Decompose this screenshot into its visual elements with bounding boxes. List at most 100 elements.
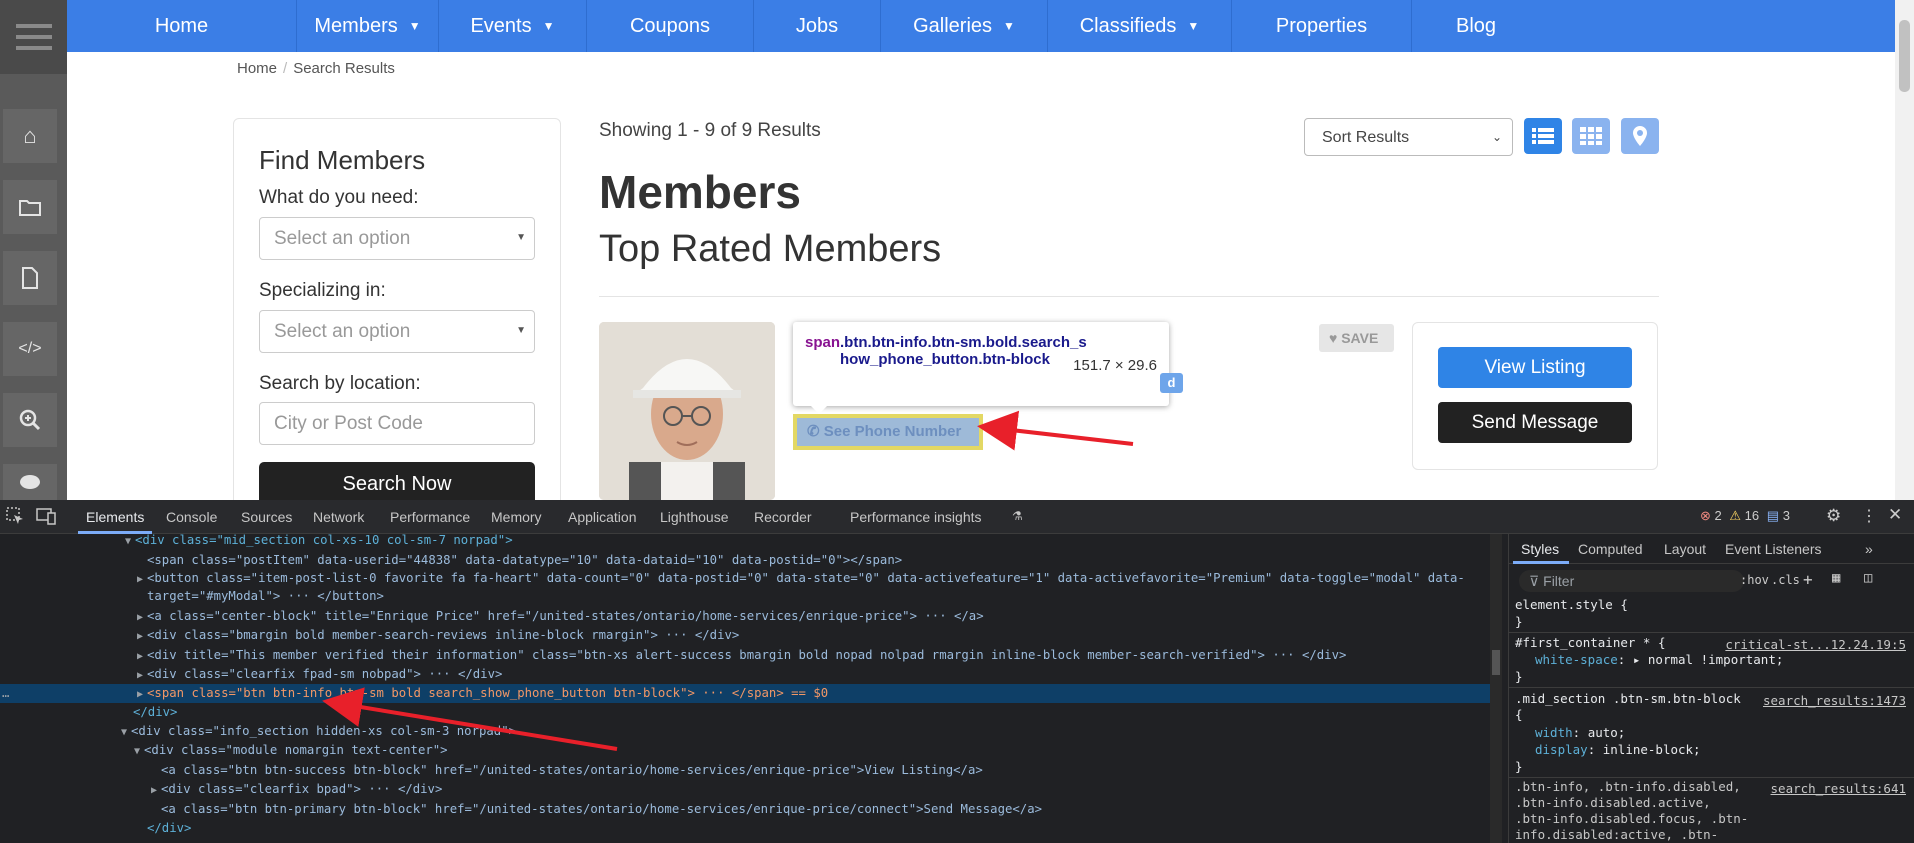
tab-performance-insights[interactable]: Performance insights bbox=[850, 509, 982, 525]
nav-coupons[interactable]: Coupons bbox=[587, 0, 754, 52]
search-now-button[interactable]: Search Now bbox=[259, 462, 535, 500]
view-listing-button[interactable]: View Listing bbox=[1438, 347, 1632, 388]
dom-line[interactable]: ▼ <div class="module nomargin text-center… bbox=[0, 741, 1490, 760]
tab-memory[interactable]: Memory bbox=[491, 509, 542, 525]
dom-line[interactable]: ▶ <div title="This member verified their … bbox=[0, 646, 1490, 665]
dom-line[interactable]: </div> bbox=[0, 703, 1490, 722]
dom-line[interactable]: ▶ <div class="clearfix bpad"> ··· </div> bbox=[0, 780, 1490, 799]
send-message-button[interactable]: Send Message bbox=[1438, 402, 1632, 443]
issues-counter[interactable]: ⊗ 2 ⚠ 16 ▤ 3 bbox=[1700, 508, 1790, 524]
search-plus-icon[interactable] bbox=[3, 393, 57, 447]
page-scrollbar-thumb[interactable] bbox=[1899, 20, 1910, 92]
styles-filter-input[interactable]: ⊽ Filter bbox=[1519, 570, 1744, 592]
devtools-panel: Elements Console Sources Network Perform… bbox=[0, 500, 1914, 843]
device-toolbar-icon[interactable] bbox=[36, 507, 56, 528]
warning-icon: ⚠ bbox=[1729, 508, 1742, 523]
tab-elements[interactable]: Elements bbox=[86, 509, 144, 525]
tab-lighthouse[interactable]: Lighthouse bbox=[660, 509, 729, 525]
style-source-link[interactable]: critical-st...12.24.19:5 bbox=[1725, 637, 1906, 652]
dom-line[interactable]: target="#myModal"> ··· </button> bbox=[0, 587, 1490, 606]
sort-select[interactable]: Sort Results ⌄ bbox=[1304, 118, 1513, 156]
close-icon[interactable]: ✕ bbox=[1888, 505, 1902, 525]
dom-scrollbar-thumb[interactable] bbox=[1492, 650, 1500, 675]
nav-home[interactable]: Home bbox=[67, 0, 297, 52]
nav-jobs[interactable]: Jobs bbox=[754, 0, 881, 52]
specializing-select[interactable]: Select an option ▼ bbox=[259, 310, 535, 353]
cls-toggle[interactable]: .cls bbox=[1771, 573, 1800, 587]
style-source-link[interactable]: search_results:641 bbox=[1771, 781, 1906, 796]
dom-line[interactable]: </div> bbox=[0, 819, 1490, 838]
location-input[interactable]: City or Post Code bbox=[259, 402, 535, 445]
sidebar-toggle-icon[interactable]: ◫ bbox=[1864, 570, 1872, 586]
dom-line[interactable]: <a class="btn btn-success btn-block" hre… bbox=[0, 761, 1490, 780]
dom-line-selected[interactable]: … ▶ <span class="btn btn-info btn-sm bold … bbox=[0, 684, 1490, 703]
tab-console[interactable]: Console bbox=[166, 509, 217, 525]
nav-galleries[interactable]: Galleries ▼ bbox=[881, 0, 1048, 52]
code-icon[interactable]: </> bbox=[3, 322, 57, 376]
styles-tabbar: Styles Computed Layout Event Listeners » bbox=[1509, 534, 1914, 564]
paint-icon[interactable]: ▦ bbox=[1832, 570, 1840, 586]
member-photo[interactable] bbox=[599, 322, 775, 500]
dom-line[interactable]: ▶ <div class="bmargin bold member-search-… bbox=[0, 626, 1490, 645]
hov-toggle[interactable]: :hov bbox=[1740, 573, 1769, 587]
heart-icon: ♥ bbox=[1329, 330, 1342, 346]
tab-network[interactable]: Network bbox=[313, 509, 364, 525]
dom-scrollbar[interactable] bbox=[1490, 534, 1502, 843]
dom-line[interactable]: <span class="postItem" data-userid="4483… bbox=[0, 551, 1490, 570]
settings-gear-icon[interactable]: ⚙ bbox=[1826, 506, 1841, 526]
tab-sources[interactable]: Sources bbox=[241, 509, 292, 525]
need-select[interactable]: Select an option ▼ bbox=[259, 217, 535, 260]
dom-line[interactable]: ▶ <div class="clearfix fpad-sm nobpad"> ·… bbox=[0, 665, 1490, 684]
chat-icon[interactable] bbox=[3, 464, 57, 500]
dom-line[interactable]: ▼ <div class="info_section hidden-xs col-… bbox=[0, 722, 1490, 741]
tab-event-listeners[interactable]: Event Listeners bbox=[1725, 541, 1822, 557]
browser-viewport: Home Members ▼ Events ▼ Coupons Jobs Galle… bbox=[0, 0, 1914, 500]
nav-properties[interactable]: Properties bbox=[1232, 0, 1412, 52]
map-pin-icon[interactable] bbox=[1621, 118, 1659, 154]
caret-down-icon: ▼ bbox=[516, 325, 526, 336]
see-phone-number-button[interactable]: ✆ See Phone Number bbox=[793, 414, 983, 450]
results-count: Showing 1 - 9 of 9 Results bbox=[599, 120, 821, 141]
elements-dom-tree: ▼ <div class="mid_section col-xs-10 col-s… bbox=[0, 534, 1490, 843]
new-rule-icon[interactable]: + bbox=[1803, 570, 1813, 589]
tab-application[interactable]: Application bbox=[568, 509, 637, 525]
tab-layout[interactable]: Layout bbox=[1664, 541, 1706, 557]
find-members-panel: Find Members What do you need: Select an… bbox=[233, 118, 561, 500]
tab-computed[interactable]: Computed bbox=[1578, 541, 1643, 557]
grid-view-icon[interactable] bbox=[1572, 118, 1610, 154]
file-icon[interactable] bbox=[3, 251, 57, 305]
home-icon[interactable]: ⌂ bbox=[3, 109, 57, 163]
style-declaration[interactable]: width: auto; bbox=[1535, 725, 1625, 740]
style-declaration[interactable]: display: inline-block; bbox=[1535, 742, 1701, 757]
folder-icon[interactable] bbox=[3, 180, 57, 234]
list-view-icon[interactable] bbox=[1524, 118, 1562, 154]
nav-events[interactable]: Events ▼ bbox=[439, 0, 587, 52]
menu-icon[interactable] bbox=[0, 0, 67, 74]
caret-down-icon: ▼ bbox=[1003, 19, 1015, 33]
nav-members[interactable]: Members ▼ bbox=[297, 0, 439, 52]
style-rule-selector: .mid_section .btn-sm.btn-block { bbox=[1515, 691, 1741, 722]
dom-line[interactable]: <a class="btn btn-primary btn-block" hre… bbox=[0, 800, 1490, 819]
nav-blog[interactable]: Blog bbox=[1412, 0, 1540, 52]
dom-line[interactable]: ▼ <div class="mid_section col-xs-10 col-s… bbox=[0, 534, 1490, 550]
inspect-element-icon[interactable] bbox=[6, 507, 24, 528]
dom-line[interactable]: ▶ <button class="item-post-list-0 favorit… bbox=[0, 569, 1490, 588]
tab-recorder[interactable]: Recorder bbox=[754, 509, 812, 525]
dom-line[interactable]: ▶ <a class="center-block" title="Enrique … bbox=[0, 607, 1490, 626]
nav-classifieds[interactable]: Classifieds ▼ bbox=[1048, 0, 1232, 52]
more-options-icon[interactable]: ⋮ bbox=[1861, 506, 1877, 526]
style-rule-selector: element.style { bbox=[1515, 597, 1628, 612]
error-icon: ⊗ bbox=[1700, 508, 1711, 523]
caret-down-icon: ▼ bbox=[1187, 19, 1200, 33]
save-button[interactable]: ♥ SAVE bbox=[1319, 324, 1394, 352]
tab-performance[interactable]: Performance bbox=[390, 509, 470, 525]
style-declaration[interactable]: white-space: ▸ normal !important; bbox=[1535, 652, 1783, 667]
tab-styles[interactable]: Styles bbox=[1521, 541, 1559, 557]
styles-pane: Styles Computed Layout Event Listeners »… bbox=[1508, 534, 1914, 843]
more-tabs-icon[interactable]: » bbox=[1865, 541, 1873, 557]
top-navigation: Home Members ▼ Events ▼ Coupons Jobs Galle… bbox=[67, 0, 1895, 52]
breadcrumb-current: Search Results bbox=[293, 60, 395, 77]
page-subtitle: Top Rated Members bbox=[599, 228, 942, 270]
style-source-link[interactable]: search_results:1473 bbox=[1763, 693, 1906, 708]
breadcrumb-home[interactable]: Home bbox=[237, 60, 277, 77]
